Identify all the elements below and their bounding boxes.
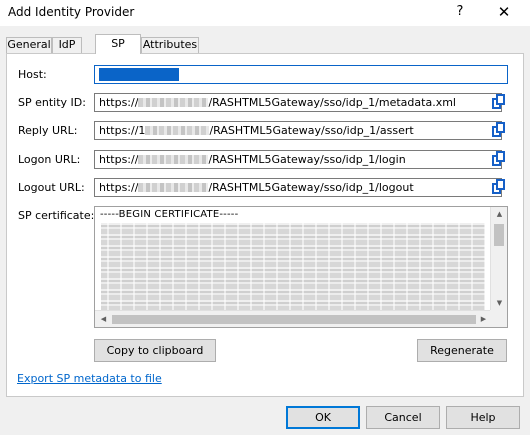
help-button[interactable]: Help bbox=[446, 406, 520, 429]
reply-url-label: Reply URL: bbox=[18, 124, 78, 137]
cancel-button[interactable]: Cancel bbox=[366, 406, 440, 429]
certificate-body-redacted bbox=[101, 223, 485, 311]
entity-id-prefix: https:// bbox=[99, 96, 139, 109]
scroll-up-icon[interactable]: ▲ bbox=[491, 210, 507, 219]
certificate-textarea[interactable]: -----BEGIN CERTIFICATE----- ▲ ▼ ◀ ▶ bbox=[94, 206, 508, 328]
reply-url-prefix: https://1 bbox=[99, 124, 146, 137]
logon-url-field[interactable]: https:// /RASHTML5Gateway/sso/idp_1/login bbox=[94, 150, 502, 169]
scroll-down-icon[interactable]: ▼ bbox=[491, 299, 507, 308]
logout-url-field[interactable]: https:// /RASHTML5Gateway/sso/idp_1/logou… bbox=[94, 178, 502, 197]
vertical-scrollbar[interactable]: ▲ ▼ bbox=[490, 207, 507, 311]
certificate-header: -----BEGIN CERTIFICATE----- bbox=[100, 209, 239, 220]
vertical-scroll-thumb[interactable] bbox=[494, 224, 504, 246]
host-label: Host: bbox=[18, 68, 47, 81]
ok-button[interactable]: OK bbox=[286, 406, 360, 429]
logout-url-suffix: /RASHTML5Gateway/sso/idp_1/logout bbox=[208, 181, 414, 194]
sp-tab-panel: Host: SP entity ID: https:// /RASHTML5Gat… bbox=[6, 53, 524, 397]
title-bar: Add Identity Provider ? ✕ bbox=[0, 0, 530, 26]
tab-sp[interactable]: SP bbox=[95, 34, 141, 54]
export-sp-metadata-link[interactable]: Export SP metadata to file bbox=[17, 372, 162, 385]
scroll-left-icon[interactable]: ◀ bbox=[95, 315, 112, 324]
host-value-selected bbox=[99, 67, 179, 81]
scroll-corner bbox=[490, 310, 507, 327]
redacted-host bbox=[145, 126, 210, 135]
window-title: Add Identity Provider bbox=[8, 5, 135, 19]
regenerate-button[interactable]: Regenerate bbox=[417, 339, 507, 362]
logout-url-prefix: https:// bbox=[99, 181, 139, 194]
copy-icon[interactable] bbox=[492, 151, 506, 167]
copy-to-clipboard-button[interactable]: Copy to clipboard bbox=[94, 339, 216, 362]
logout-url-label: Logout URL: bbox=[18, 181, 85, 194]
close-icon[interactable]: ✕ bbox=[484, 0, 524, 26]
copy-icon[interactable] bbox=[492, 94, 506, 110]
reply-url-field[interactable]: https://1/RASHTML5Gateway/sso/idp_1/asse… bbox=[94, 121, 502, 140]
copy-icon[interactable] bbox=[492, 122, 506, 138]
entity-id-label: SP entity ID: bbox=[18, 96, 86, 109]
redacted-host bbox=[138, 155, 209, 164]
horizontal-scroll-thumb[interactable] bbox=[112, 315, 476, 324]
redacted-host bbox=[138, 183, 209, 192]
certificate-label: SP certificate: bbox=[18, 209, 95, 222]
horizontal-scrollbar[interactable]: ◀ ▶ bbox=[95, 310, 492, 327]
help-title-button[interactable]: ? bbox=[444, 0, 476, 26]
entity-id-suffix: /RASHTML5Gateway/sso/idp_1/metadata.xml bbox=[208, 96, 456, 109]
logon-url-prefix: https:// bbox=[99, 153, 139, 166]
logon-url-label: Logon URL: bbox=[18, 153, 81, 166]
tab-idp[interactable]: IdP bbox=[52, 37, 82, 53]
tab-general[interactable]: General bbox=[6, 37, 52, 53]
logon-url-suffix: /RASHTML5Gateway/sso/idp_1/login bbox=[208, 153, 406, 166]
redacted-host bbox=[138, 98, 209, 107]
tab-attributes[interactable]: Attributes bbox=[141, 37, 199, 53]
reply-url-suffix: /RASHTML5Gateway/sso/idp_1/assert bbox=[209, 124, 414, 137]
copy-icon[interactable] bbox=[492, 179, 506, 195]
host-input[interactable] bbox=[94, 65, 508, 84]
entity-id-field[interactable]: https:// /RASHTML5Gateway/sso/idp_1/metad… bbox=[94, 93, 502, 112]
